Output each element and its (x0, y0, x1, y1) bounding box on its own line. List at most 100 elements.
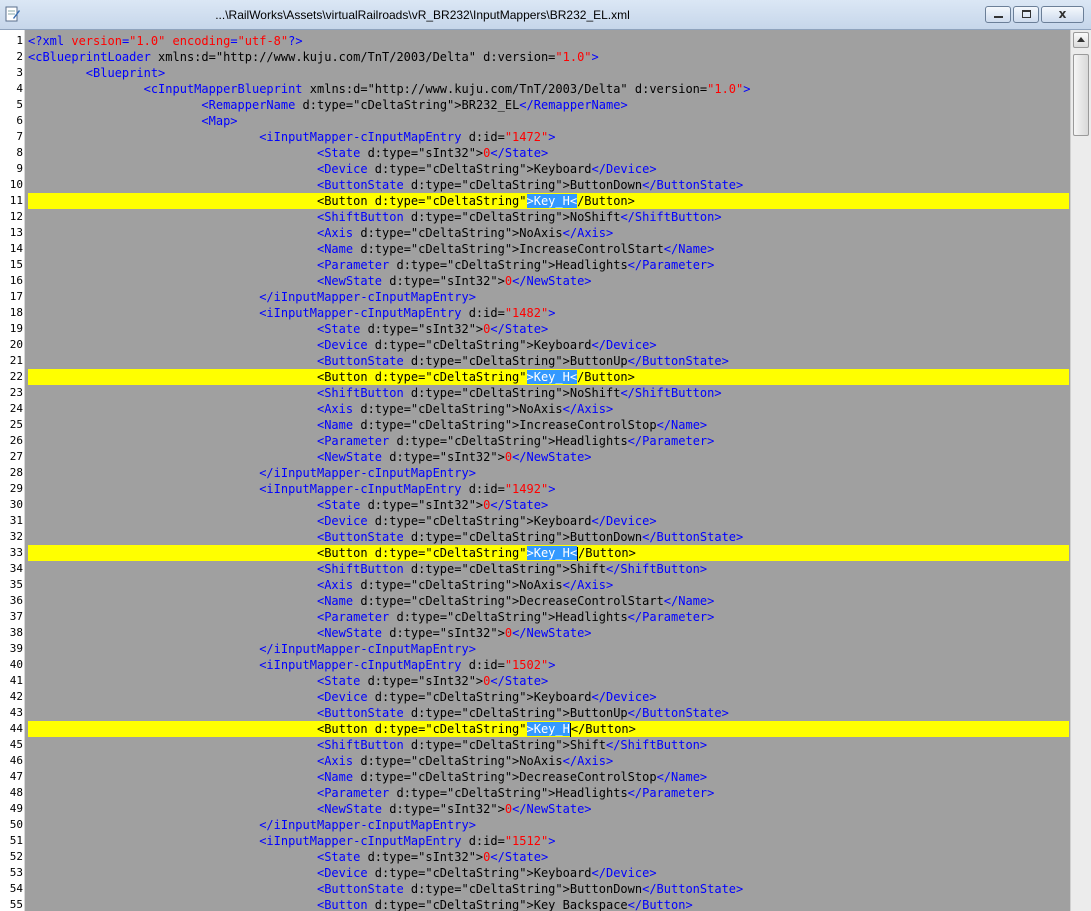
code-line[interactable]: 33 <Button d:type="cDeltaString">Key_H</… (0, 545, 1070, 561)
maximize-button[interactable] (1013, 6, 1039, 23)
code-token: <NewState (316, 802, 390, 816)
code-line[interactable]: 26 <Parameter d:type="cDeltaString">Head… (0, 433, 1070, 449)
code-line[interactable]: 39 </iInputMapper-cInputMapEntry> (0, 641, 1070, 657)
code-line[interactable]: 17 </iInputMapper-cInputMapEntry> (0, 289, 1070, 305)
code-text: <ShiftButton d:type="cDeltaString">Shift… (28, 737, 1069, 753)
code-line[interactable]: 31 <Device d:type="cDeltaString">Keyboar… (0, 513, 1070, 529)
line-number: 20 (9, 338, 23, 351)
line-number: 30 (9, 498, 23, 511)
code-line[interactable]: 16 <NewState d:type="sInt32">0</NewState… (0, 273, 1070, 289)
code-token: <ButtonState (316, 706, 411, 720)
code-token: </NewState> (512, 274, 592, 288)
code-token: </Axis> (562, 226, 614, 240)
code-editor[interactable]: 1 <?xml version="1.0" encoding="utf-8"?> 2… (0, 30, 1070, 911)
code-text: <iInputMapper-cInputMapEntry d:id="1512"… (28, 833, 1069, 849)
code-token: </State> (490, 850, 549, 864)
code-token: "1502" (504, 658, 549, 672)
code-line[interactable]: 4 <cInputMapperBlueprint xmlns:d="http:/… (0, 81, 1070, 97)
code-line[interactable]: 25 <Name d:type="cDeltaString">IncreaseC… (0, 417, 1070, 433)
code-text: <ButtonState d:type="cDeltaString">Butto… (28, 881, 1069, 897)
code-line[interactable]: 15 <Parameter d:type="cDeltaString">Head… (0, 257, 1070, 273)
code-token: </ButtonState> (642, 530, 744, 544)
code-line[interactable]: 6 <Map> (0, 113, 1070, 129)
scroll-up-icon[interactable] (1073, 32, 1089, 48)
code-token: Keyboard (533, 338, 592, 352)
code-line[interactable]: 27 <NewState d:type="sInt32">0</NewState… (0, 449, 1070, 465)
code-line[interactable]: 22 <Button d:type="cDeltaString">Key_H</… (0, 369, 1070, 385)
code-line[interactable]: 51 <iInputMapper-cInputMapEntry d:id="15… (0, 833, 1070, 849)
code-token: Key_Backspace (533, 898, 628, 911)
title-bar[interactable]: ...\RailWorks\Assets\virtualRailroads\vR… (0, 0, 1091, 30)
code-token: NoAxis (519, 402, 563, 416)
code-line[interactable]: 2 <cBlueprintLoader xmlns:d="http://www.k… (0, 49, 1070, 65)
code-line[interactable]: 49 <NewState d:type="sInt32">0</NewState… (0, 801, 1070, 817)
code-line[interactable]: 34 <ShiftButton d:type="cDeltaString">Sh… (0, 561, 1070, 577)
code-line[interactable]: 48 <Parameter d:type="cDeltaString">Head… (0, 785, 1070, 801)
code-token: <State (316, 674, 368, 688)
code-line[interactable]: 5 <RemapperName d:type="cDeltaString">BR… (0, 97, 1070, 113)
code-line[interactable]: 21 <ButtonState d:type="cDeltaString">Bu… (0, 353, 1070, 369)
code-line[interactable]: 30 <State d:type="sInt32">0</State> (0, 497, 1070, 513)
scrollbar-thumb[interactable] (1073, 54, 1089, 136)
code-token: d:type="cDeltaString"> (396, 610, 556, 624)
code-text: <iInputMapper-cInputMapEntry d:id="1472"… (28, 129, 1069, 145)
code-line[interactable]: 14 <Name d:type="cDeltaString">IncreaseC… (0, 241, 1070, 257)
code-token: encoding (172, 34, 231, 48)
code-line[interactable]: 7 <iInputMapper-cInputMapEntry d:id="147… (0, 129, 1070, 145)
code-line[interactable]: 20 <Device d:type="cDeltaString">Keyboar… (0, 337, 1070, 353)
selected-text: >Key_H< (526, 370, 578, 384)
code-token: <ShiftButton (316, 738, 411, 752)
code-line[interactable]: 46 <Axis d:type="cDeltaString">NoAxis</A… (0, 753, 1070, 769)
code-line[interactable]: 53 <Device d:type="cDeltaString">Keyboar… (0, 865, 1070, 881)
close-button[interactable]: x (1041, 6, 1084, 23)
code-line[interactable]: 41 <State d:type="sInt32">0</State> (0, 673, 1070, 689)
code-line[interactable]: 40 <iInputMapper-cInputMapEntry d:id="15… (0, 657, 1070, 673)
code-line[interactable]: 9 <Device d:type="cDeltaString">Keyboard… (0, 161, 1070, 177)
code-text: <iInputMapper-cInputMapEntry d:id="1482"… (28, 305, 1069, 321)
code-line[interactable]: 36 <Name d:type="cDeltaString">DecreaseC… (0, 593, 1070, 609)
code-line[interactable]: 37 <Parameter d:type="cDeltaString">Head… (0, 609, 1070, 625)
code-line[interactable]: 10 <ButtonState d:type="cDeltaString">Bu… (0, 177, 1070, 193)
code-line[interactable]: 18 <iInputMapper-cInputMapEntry d:id="14… (0, 305, 1070, 321)
code-line[interactable]: 13 <Axis d:type="cDeltaString">NoAxis</A… (0, 225, 1070, 241)
line-number: 11 (9, 194, 23, 207)
code-line[interactable]: 52 <State d:type="sInt32">0</State> (0, 849, 1070, 865)
code-line[interactable]: 19 <State d:type="sInt32">0</State> (0, 321, 1070, 337)
code-line[interactable]: 24 <Axis d:type="cDeltaString">NoAxis</A… (0, 401, 1070, 417)
code-line[interactable]: 11 <Button d:type="cDeltaString">Key_H</… (0, 193, 1070, 209)
code-line[interactable]: 8 <State d:type="sInt32">0</State> (0, 145, 1070, 161)
code-token: d:type="cDeltaString"> (360, 594, 520, 608)
code-token: </Axis> (562, 754, 614, 768)
code-line[interactable]: 42 <Device d:type="cDeltaString">Keyboar… (0, 689, 1070, 705)
code-line[interactable]: 43 <ButtonState d:type="cDeltaString">Bu… (0, 705, 1070, 721)
code-line[interactable]: 38 <NewState d:type="sInt32">0</NewState… (0, 625, 1070, 641)
code-line[interactable]: 23 <ShiftButton d:type="cDeltaString">No… (0, 385, 1070, 401)
code-line[interactable]: 55 <Button d:type="cDeltaString">Key_Bac… (0, 897, 1070, 911)
code-line[interactable]: 32 <ButtonState d:type="cDeltaString">Bu… (0, 529, 1070, 545)
code-line[interactable]: 28 </iInputMapper-cInputMapEntry> (0, 465, 1070, 481)
code-token: NoAxis (519, 226, 563, 240)
maximize-icon (1022, 10, 1031, 18)
code-token: d:type="sInt32"> (367, 322, 484, 336)
code-line[interactable]: 44 <Button d:type="cDeltaString">Key_H</… (0, 721, 1070, 737)
line-number: 37 (9, 610, 23, 623)
line-number: 22 (9, 370, 23, 383)
minimize-button[interactable] (985, 6, 1011, 23)
code-token: </ShiftButton> (620, 386, 722, 400)
code-line[interactable]: 47 <Name d:type="cDeltaString">DecreaseC… (0, 769, 1070, 785)
code-line[interactable]: 3 <Blueprint> (0, 65, 1070, 81)
code-line[interactable]: 1 <?xml version="1.0" encoding="utf-8"?> (0, 33, 1070, 49)
code-token: <ShiftButton (316, 562, 411, 576)
code-line[interactable]: 12 <ShiftButton d:type="cDeltaString">No… (0, 209, 1070, 225)
vertical-scrollbar[interactable] (1070, 30, 1091, 911)
code-line[interactable]: 54 <ButtonState d:type="cDeltaString">Bu… (0, 881, 1070, 897)
code-line[interactable]: 45 <ShiftButton d:type="cDeltaString">Sh… (0, 737, 1070, 753)
code-line[interactable]: 50 </iInputMapper-cInputMapEntry> (0, 817, 1070, 833)
code-token: BR232_EL (461, 98, 520, 112)
code-line[interactable]: 29 <iInputMapper-cInputMapEntry d:id="14… (0, 481, 1070, 497)
line-number: 7 (16, 130, 23, 143)
code-line[interactable]: 35 <Axis d:type="cDeltaString">NoAxis</A… (0, 577, 1070, 593)
